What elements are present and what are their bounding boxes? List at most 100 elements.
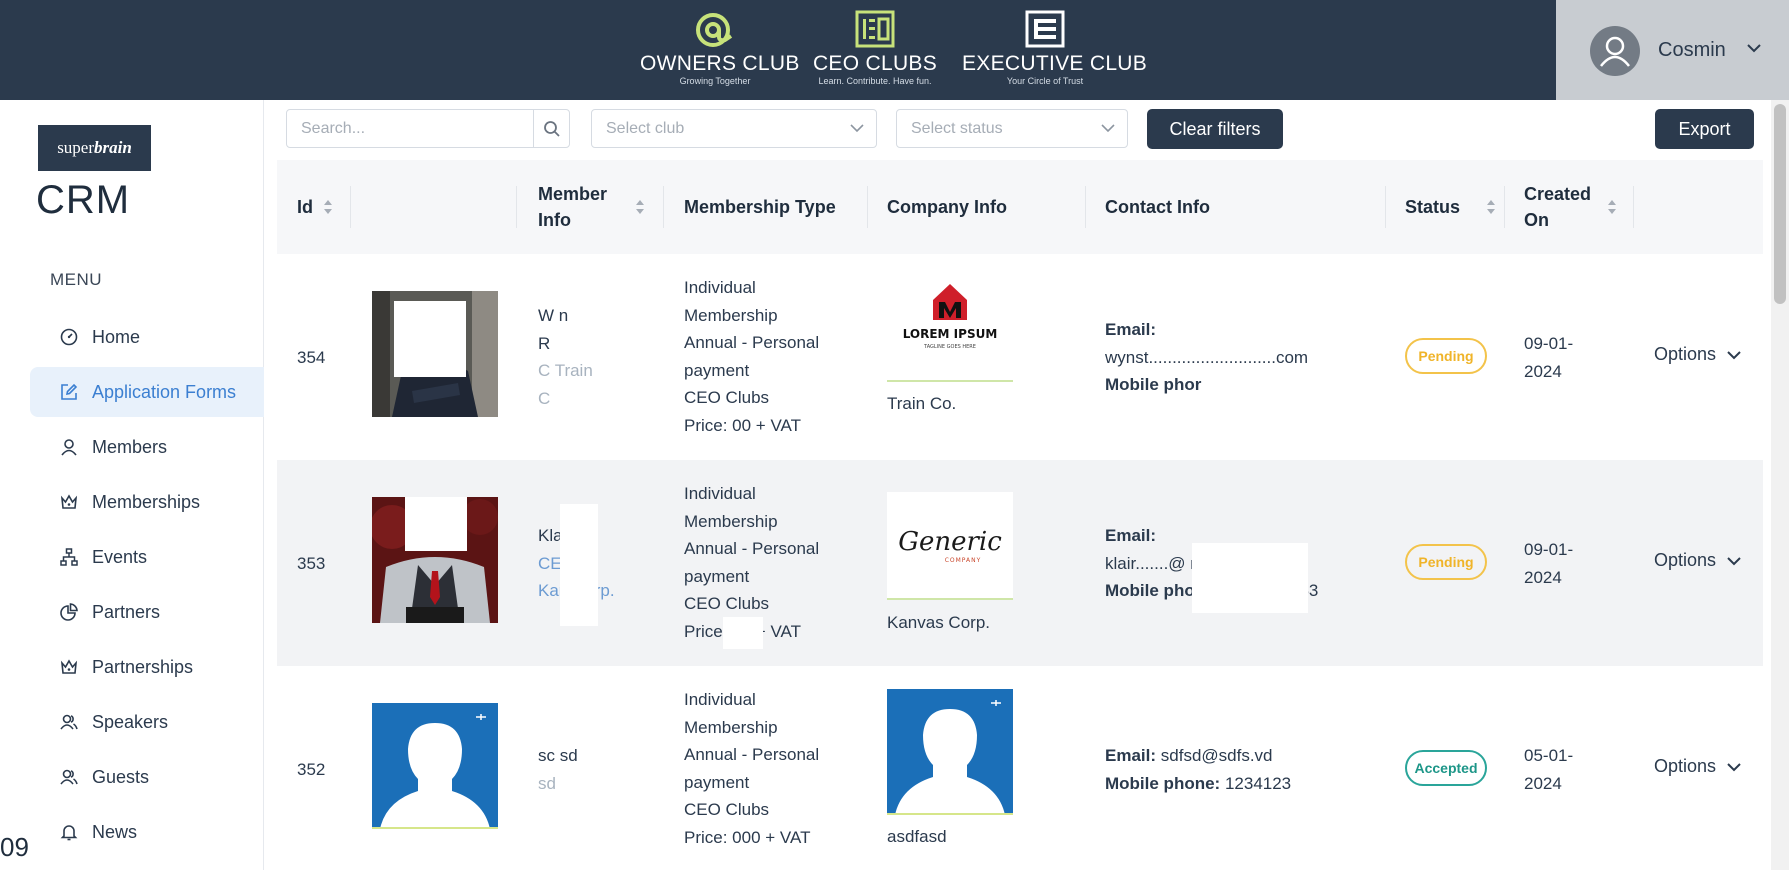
- email-label: Email:: [1105, 746, 1157, 765]
- status-select-placeholder: Select status: [911, 120, 1003, 137]
- brand-tagline: Learn. Contribute. Have fun.: [818, 76, 932, 86]
- executive-club-brand[interactable]: EXECUTIVE CLUB Your Circle of Trust: [962, 10, 1148, 86]
- column-header-contact-info: Contact Info: [1105, 160, 1210, 254]
- member-photo: [372, 703, 498, 829]
- company-name: asdfasd: [887, 827, 947, 846]
- column-divider: [350, 186, 351, 228]
- column-divider: [1504, 186, 1505, 228]
- table-row[interactable]: 354 W n R C Train C Individual Membershi…: [277, 254, 1763, 460]
- column-header-company-info: Company Info: [887, 160, 1007, 254]
- executive-club-logo-icon: [1025, 10, 1065, 48]
- clear-filters-button[interactable]: Clear filters: [1147, 109, 1283, 149]
- sidebar-item-events[interactable]: Events: [30, 532, 264, 582]
- column-header-member-info[interactable]: Member Info: [538, 160, 648, 254]
- ceo-clubs-logo-icon: [855, 10, 895, 48]
- company-logo-sub: COMPANY: [945, 557, 982, 564]
- column-divider: [1385, 186, 1386, 228]
- column-header-membership-type: Membership Type: [684, 160, 836, 254]
- ceo-clubs-brand[interactable]: CEO CLUBS Learn. Contribute. Have fun.: [812, 10, 938, 86]
- created-year-line: 2024: [1524, 567, 1562, 587]
- chevron-down-icon: [1101, 124, 1115, 133]
- membership-line: Price: 00 + VAT: [684, 621, 801, 641]
- sort-icon: [1607, 199, 1617, 215]
- owners-club-brand[interactable]: OWNERS CLUB Growing Together: [640, 10, 800, 86]
- membership-type: Individual Membership Annual - Personal …: [684, 686, 844, 851]
- search-button[interactable]: [533, 110, 570, 147]
- membership-line: Annual - Personal: [684, 333, 820, 352]
- column-header-status[interactable]: Status: [1405, 160, 1496, 254]
- sort-icon: [635, 199, 645, 215]
- menu-label: MENU: [50, 270, 103, 289]
- created-year-line: 2024: [1524, 361, 1562, 381]
- options-dropdown[interactable]: Options: [1654, 550, 1742, 571]
- status-badge: Pending: [1405, 338, 1487, 374]
- column-header-line: Created: [1524, 184, 1592, 204]
- email-label: Email:: [1105, 526, 1157, 545]
- search-icon: [544, 120, 560, 137]
- options-label: Options: [1654, 550, 1717, 570]
- brand-tagline: Growing Together: [679, 76, 751, 86]
- sidebar-item-label: Application Forms: [92, 381, 237, 402]
- column-header-id[interactable]: Id: [297, 160, 333, 254]
- membership-line: Membership: [684, 305, 778, 325]
- membership-line: CEO Clubs: [684, 388, 770, 407]
- status-badge: Pending: [1405, 544, 1487, 580]
- member-info: sc sd sd: [538, 742, 578, 797]
- column-divider: [867, 186, 868, 228]
- sidebar-nav: Home Application Forms Members Membershi…: [30, 312, 264, 862]
- chevron-down-icon: [850, 124, 864, 133]
- row-id: 352: [297, 760, 326, 779]
- search-input[interactable]: [287, 110, 533, 147]
- brand-tagline: Your Circle of Trust: [1006, 76, 1084, 86]
- contact-info: Email: wynst...........................c…: [1105, 316, 1308, 399]
- column-divider: [1085, 186, 1086, 228]
- export-button[interactable]: Export: [1655, 109, 1754, 149]
- scrollbar-thumb[interactable]: [1774, 104, 1786, 304]
- page-fragment: 09: [0, 832, 29, 862]
- superbrain-logo[interactable]: super brain: [38, 125, 151, 171]
- sidebar-item-guests[interactable]: Guests: [30, 752, 264, 802]
- sidebar-item-news[interactable]: News: [30, 807, 264, 857]
- sort-icon: [1486, 199, 1496, 215]
- phone-label: Mobile phone:: [1105, 773, 1221, 793]
- brand-name: CEO CLUBS: [812, 52, 938, 75]
- column-header-line: Member: [538, 184, 608, 204]
- company-name: Kanvas Corp.: [887, 613, 990, 632]
- column-divider: [516, 186, 517, 228]
- membership-line: Individual: [684, 278, 756, 297]
- column-header-created-on[interactable]: Created On: [1524, 160, 1617, 254]
- member-info: W n R C Train C: [538, 302, 593, 412]
- column-divider: [1633, 186, 1634, 228]
- sidebar-item-members[interactable]: Members: [30, 422, 264, 472]
- sitemap-icon: [60, 548, 78, 566]
- applications-table: Id Member Info Membership Type Company I…: [277, 160, 1763, 870]
- table-row[interactable]: 353 Kla maj CEO Kan Corp. Individual Mem: [277, 460, 1763, 666]
- brand-name: EXECUTIVE CLUB: [962, 52, 1148, 75]
- brand-name: OWNERS CLUB: [640, 52, 800, 75]
- created-year-line: 2024: [1524, 773, 1562, 793]
- email-label: Email:: [1105, 320, 1157, 339]
- sidebar-item-partnerships[interactable]: Partnerships: [30, 642, 264, 692]
- options-dropdown[interactable]: Options: [1654, 756, 1742, 777]
- sidebar-item-home[interactable]: Home: [30, 312, 264, 362]
- sidebar-item-speakers[interactable]: Speakers: [30, 697, 264, 747]
- club-select[interactable]: Select club: [591, 109, 877, 148]
- sidebar-item-label: Speakers: [92, 711, 169, 732]
- member-photo: [372, 291, 498, 417]
- created-on: 05-01- 2024: [1524, 742, 1573, 797]
- member-name: W n: [538, 306, 569, 325]
- column-header-label: Created On: [1524, 181, 1591, 233]
- sidebar-item-memberships[interactable]: Memberships: [30, 477, 264, 527]
- column-header-label: Company Info: [887, 197, 1007, 217]
- owners-club-logo-icon: [696, 13, 733, 47]
- table-row[interactable]: 352 sc sd sd Individual Membership Annua…: [277, 666, 1763, 870]
- bell-icon: [60, 823, 78, 841]
- membership-line: Membership: [684, 511, 778, 531]
- options-dropdown[interactable]: Options: [1654, 344, 1742, 365]
- sidebar-item-application-forms[interactable]: Application Forms: [30, 367, 264, 417]
- company-logo: [887, 689, 1013, 815]
- user-menu[interactable]: Cosmin: [1556, 0, 1789, 100]
- sidebar-item-label: Partnerships: [92, 656, 194, 677]
- sidebar-item-partners[interactable]: Partners: [30, 587, 264, 637]
- status-select[interactable]: Select status: [896, 109, 1128, 148]
